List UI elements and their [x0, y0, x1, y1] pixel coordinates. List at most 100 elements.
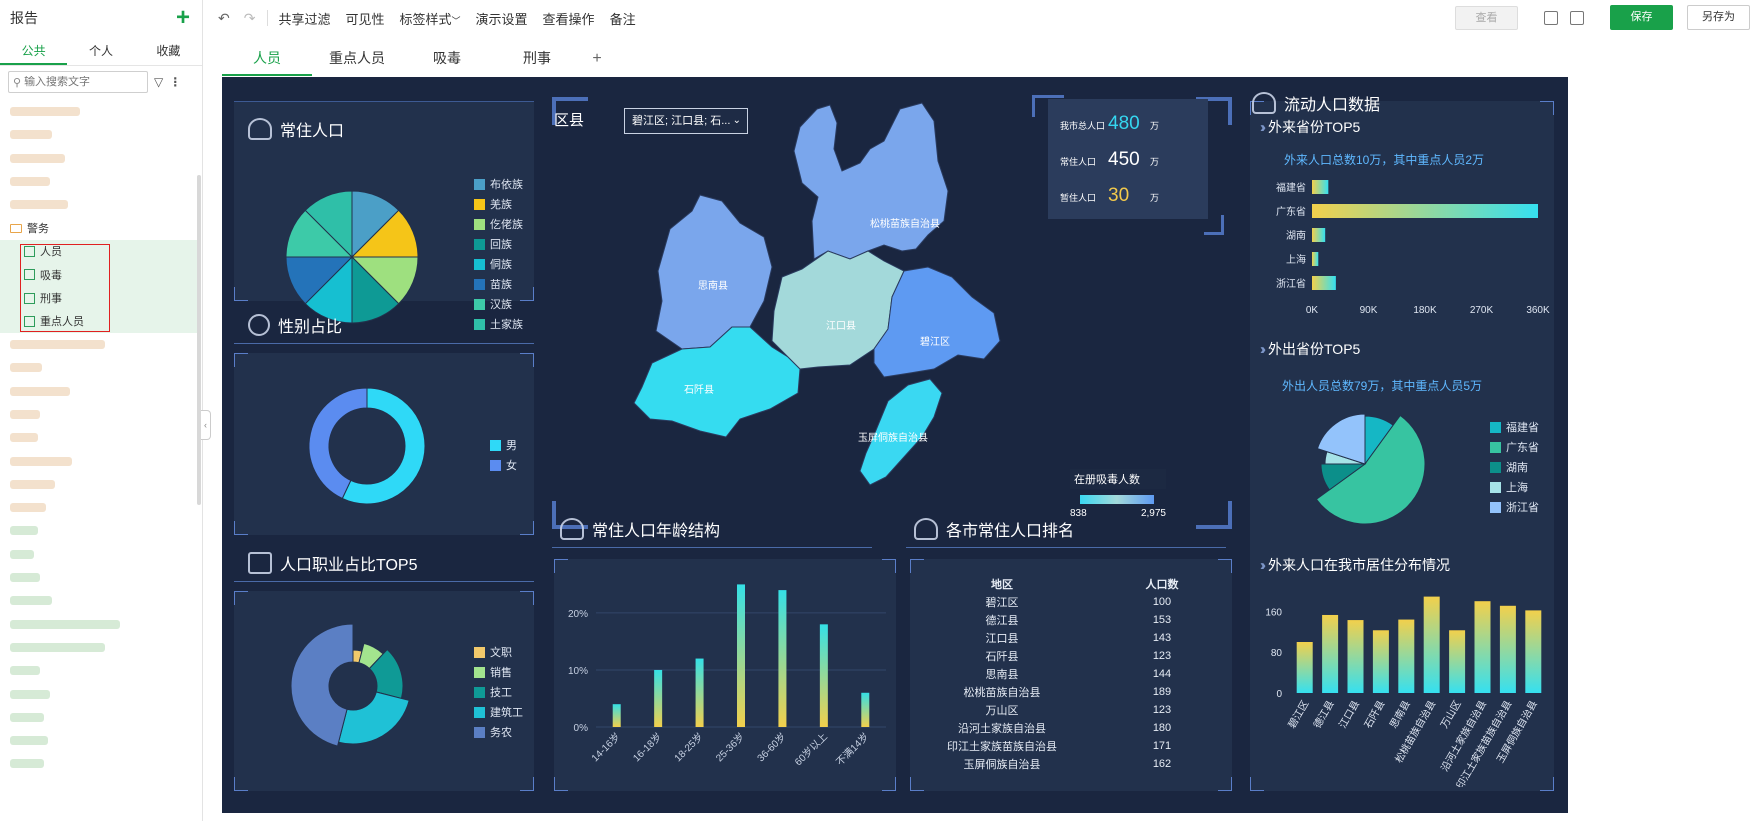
legend-item[interactable]: 女	[490, 455, 517, 475]
age-bar[interactable]	[695, 658, 704, 727]
view-button[interactable]: 查看	[1455, 5, 1518, 30]
province-bar[interactable]	[1312, 180, 1329, 194]
age-bar[interactable]	[612, 704, 621, 727]
tree-item[interactable]	[0, 356, 198, 379]
legend-item[interactable]: 福建省	[1490, 417, 1539, 437]
tree-item[interactable]	[0, 706, 198, 729]
tree-item[interactable]	[0, 729, 198, 752]
pie-slice[interactable]	[337, 691, 410, 745]
tree-item[interactable]	[0, 380, 198, 403]
tree-item[interactable]	[0, 636, 198, 659]
tree-item[interactable]	[0, 473, 198, 496]
menu-visibility[interactable]: 可见性	[345, 9, 384, 28]
map-region-yuping[interactable]	[859, 378, 943, 486]
legend-item[interactable]: 文职	[474, 642, 523, 662]
tree-item[interactable]	[0, 682, 198, 705]
age-bar[interactable]	[737, 584, 745, 727]
legend-item[interactable]: 湖南	[1490, 457, 1539, 477]
distribution-bar[interactable]	[1423, 596, 1440, 693]
table-row[interactable]: 江口县 143	[912, 629, 1232, 647]
tree-item[interactable]	[0, 403, 198, 426]
tree-item[interactable]	[0, 100, 198, 123]
menu-notes[interactable]: 备注	[610, 9, 636, 28]
table-row[interactable]: 印江土家族苗族自治县 171	[912, 737, 1232, 755]
distribution-bar[interactable]	[1372, 630, 1389, 693]
province-bar[interactable]	[1312, 228, 1326, 242]
map-region-songtao[interactable]	[793, 102, 949, 260]
distribution-bar[interactable]	[1525, 610, 1542, 693]
legend-item[interactable]: 土家族	[474, 314, 523, 334]
age-bar[interactable]	[819, 624, 828, 727]
sidebar-scrollbar[interactable]	[197, 175, 201, 505]
tab-criminal[interactable]: 刑事	[492, 44, 582, 76]
distribution-bar[interactable]	[1398, 619, 1415, 693]
distribution-bar[interactable]	[1499, 605, 1516, 693]
tree-item[interactable]	[0, 613, 198, 636]
menu-view-operation[interactable]: 查看操作	[543, 9, 595, 28]
search-box[interactable]: ⚲	[8, 71, 148, 93]
more-icon[interactable]: ⋮	[169, 75, 181, 89]
tree-item[interactable]	[0, 170, 198, 193]
tree-item[interactable]	[0, 519, 198, 542]
legend-item[interactable]: 羌族	[474, 194, 523, 214]
undo-icon[interactable]: ↶	[218, 10, 230, 27]
legend-item[interactable]: 销售	[474, 662, 523, 682]
tree-item[interactable]	[0, 589, 198, 612]
distribution-bar[interactable]	[1296, 642, 1313, 693]
pie-slice[interactable]	[308, 387, 368, 500]
tree-item[interactable]	[0, 193, 198, 216]
table-row[interactable]: 石阡县 123	[912, 647, 1232, 665]
tree-item[interactable]	[0, 496, 198, 519]
export-icon[interactable]	[1544, 10, 1558, 25]
legend-item[interactable]: 上海	[1490, 477, 1539, 497]
table-row[interactable]: 碧江区 100	[912, 593, 1232, 611]
tree-item[interactable]	[0, 147, 198, 170]
add-tab-icon[interactable]: +	[582, 44, 612, 76]
distribution-bar[interactable]	[1347, 620, 1364, 693]
table-row[interactable]: 沿河土家族自治县 180	[912, 719, 1232, 737]
map-region-sinan[interactable]	[655, 194, 773, 350]
redo-icon[interactable]: ↷	[244, 10, 256, 27]
legend-item[interactable]: 回族	[474, 234, 523, 254]
add-report-icon[interactable]: +	[176, 6, 190, 30]
table-row[interactable]: 万山区 123	[912, 701, 1232, 719]
distribution-bar[interactable]	[1449, 630, 1466, 693]
legend-item[interactable]: 技工	[474, 682, 523, 702]
menu-share-filter[interactable]: 共享过滤	[278, 9, 330, 28]
collapse-sidebar-handle[interactable]: ‹	[201, 410, 211, 440]
legend-item[interactable]: 仡佬族	[474, 214, 523, 234]
tree-item[interactable]	[0, 426, 198, 449]
tab-drug[interactable]: 吸毒	[402, 44, 492, 76]
age-bar[interactable]	[861, 692, 870, 727]
table-row[interactable]: 玉屏侗族自治县 162	[912, 755, 1232, 773]
table-row[interactable]: 松桃苗族自治县 189	[912, 683, 1232, 701]
province-bar[interactable]	[1312, 276, 1336, 290]
distribution-bar[interactable]	[1474, 601, 1491, 693]
distribution-bar[interactable]	[1322, 614, 1339, 693]
legend-item[interactable]: 汉族	[474, 294, 523, 314]
filter-icon[interactable]: ▽	[154, 75, 163, 89]
tree-item[interactable]	[0, 333, 198, 356]
tree-item[interactable]	[0, 566, 198, 589]
tab-favorites[interactable]: 收藏	[135, 36, 202, 65]
tree-item[interactable]	[0, 752, 198, 775]
legend-item[interactable]: 浙江省	[1490, 497, 1539, 517]
menu-tab-style[interactable]: 标签样式﹀	[400, 9, 461, 28]
table-row[interactable]: 思南县 144	[912, 665, 1232, 683]
table-row[interactable]: 德江县 153	[912, 611, 1232, 629]
pie-slice[interactable]	[1316, 413, 1366, 465]
tree-item[interactable]	[0, 449, 198, 472]
save-as-button[interactable]: 另存为	[1687, 5, 1750, 30]
legend-item[interactable]: 广东省	[1490, 437, 1539, 457]
legend-item[interactable]: 建筑工	[474, 702, 523, 722]
province-bar[interactable]	[1312, 252, 1319, 266]
tree-item[interactable]	[0, 123, 198, 146]
tab-key-people[interactable]: 重点人员	[312, 44, 402, 76]
search-input[interactable]	[24, 76, 140, 88]
legend-item[interactable]: 苗族	[474, 274, 523, 294]
menu-presentation[interactable]: 演示设置	[476, 9, 528, 28]
preview-icon[interactable]	[1570, 10, 1584, 25]
tree-folder-police[interactable]: 警务	[0, 216, 198, 239]
tab-public[interactable]: 公共	[0, 36, 68, 65]
tab-personal[interactable]: 个人	[67, 36, 134, 65]
